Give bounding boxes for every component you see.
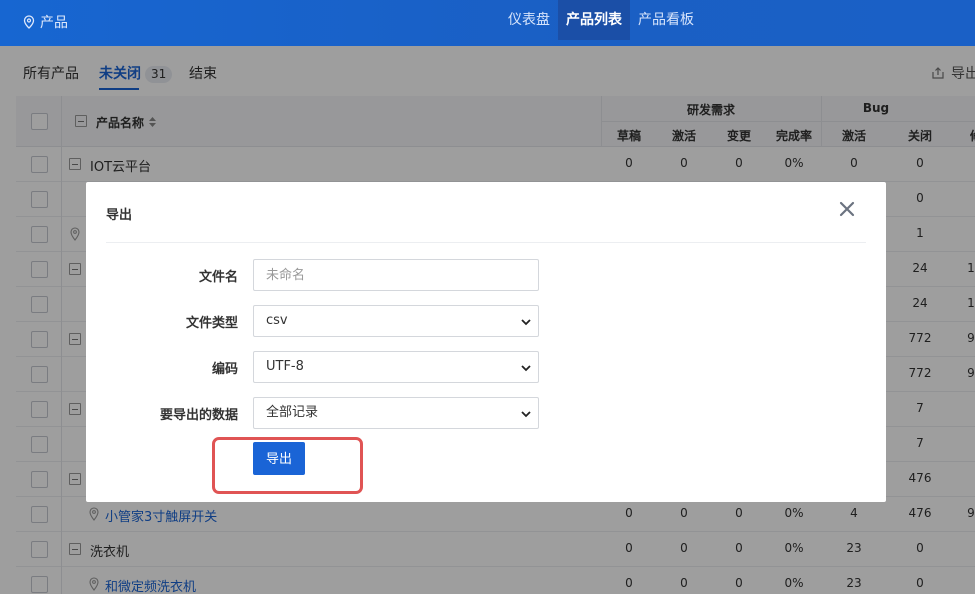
chevron-down-icon — [521, 365, 531, 372]
filename-input[interactable] — [253, 259, 539, 291]
highlight-annotation — [212, 437, 363, 494]
export-data-value: 全部记录 — [266, 405, 319, 420]
filetype-value: csv — [266, 313, 288, 328]
encoding-label: 编码 — [211, 362, 238, 377]
export-data-select[interactable]: 全部记录 — [253, 397, 539, 429]
top-navbar: 产品 仪表盘 产品列表 产品看板 — [0, 0, 975, 46]
brand[interactable]: 产品 — [22, 12, 68, 32]
export-data-label: 要导出的数据 — [159, 408, 238, 423]
modal-title: 导出 — [106, 208, 133, 223]
chevron-down-icon — [521, 411, 531, 418]
nav-dashboard[interactable]: 仪表盘 — [500, 0, 558, 40]
chevron-down-icon — [521, 319, 531, 326]
close-icon[interactable] — [838, 200, 856, 218]
brand-label: 产品 — [40, 15, 68, 31]
encoding-select[interactable]: UTF-8 — [253, 351, 539, 383]
filename-label: 文件名 — [198, 270, 238, 285]
nav-product-list[interactable]: 产品列表 — [558, 0, 630, 40]
encoding-value: UTF-8 — [266, 359, 304, 374]
main-nav: 仪表盘 产品列表 产品看板 — [500, 0, 702, 40]
export-modal: 导出 文件名 文件类型 csv 编码 UTF-8 要导出的数据 全部记录 导出 — [86, 182, 886, 502]
modal-divider — [106, 242, 866, 243]
filetype-select[interactable]: csv — [253, 305, 539, 337]
nav-product-board[interactable]: 产品看板 — [630, 0, 702, 40]
location-pin-icon — [23, 15, 35, 29]
filetype-label: 文件类型 — [185, 316, 238, 331]
